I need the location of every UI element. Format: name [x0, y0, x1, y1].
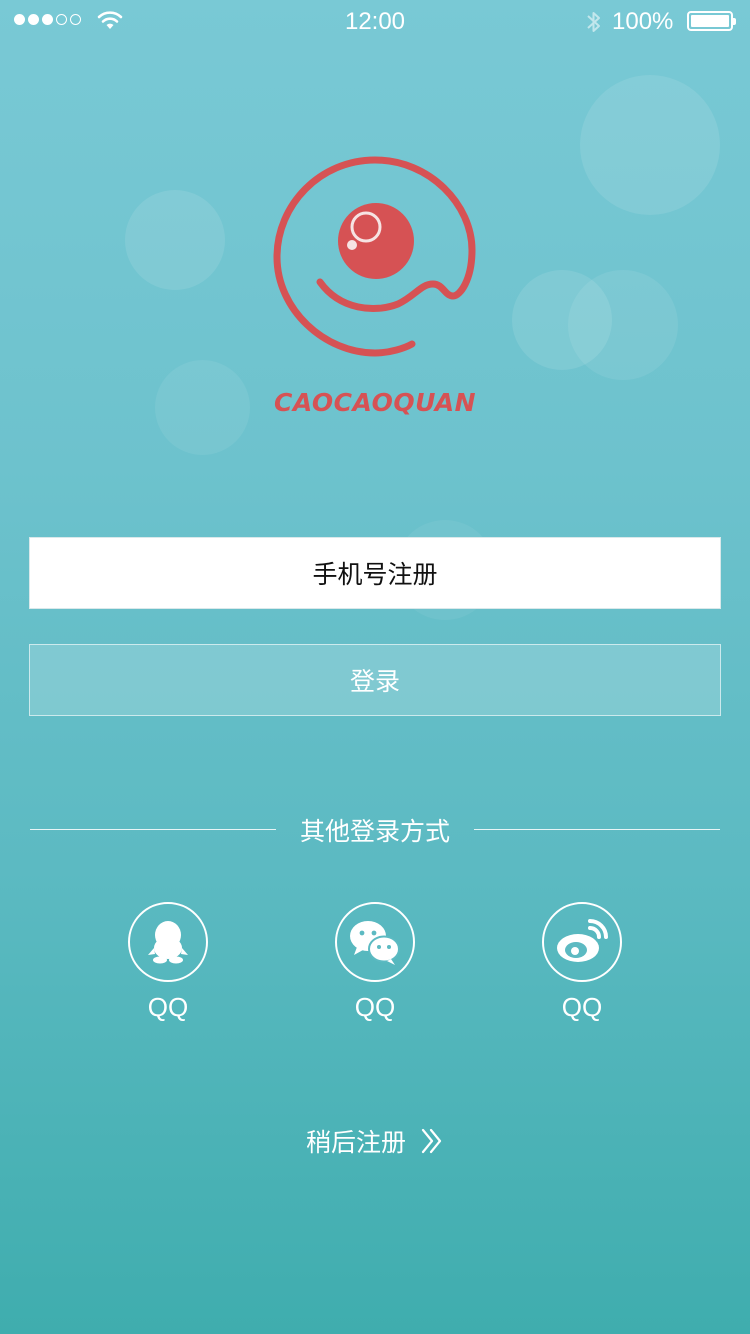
other-login-title: 其他登录方式: [299, 817, 450, 846]
background-bokeh: [568, 270, 678, 380]
phone-register-button[interactable]: 手机号注册: [29, 537, 721, 609]
bluetooth-icon: [587, 12, 600, 32]
wechat-icon: [335, 902, 415, 982]
battery-icon: [687, 11, 736, 31]
double-chevron-right-icon: [421, 1128, 442, 1154]
status-bar: 12:00 100%: [0, 0, 750, 44]
social-label: QQ: [354, 992, 396, 1022]
register-later-link[interactable]: 稍后注册: [0, 1123, 750, 1159]
qq-penguin-icon: [128, 902, 208, 982]
social-label: QQ: [147, 992, 189, 1022]
weibo-icon: [542, 902, 622, 982]
social-label: QQ: [561, 992, 603, 1022]
background-bokeh: [580, 75, 720, 215]
weibo-login-button[interactable]: QQ: [537, 902, 627, 1023]
background-bokeh: [125, 190, 225, 290]
eye-spiral-logo: [273, 156, 476, 357]
register-later-label: 稍后注册: [305, 1128, 406, 1157]
brand-name: CAOCAOQUAN: [273, 388, 477, 417]
wechat-login-button[interactable]: QQ: [330, 902, 420, 1023]
battery-percent: 100%: [612, 8, 674, 35]
qq-login-button[interactable]: QQ: [123, 902, 213, 1023]
login-button[interactable]: 登录: [29, 644, 721, 716]
